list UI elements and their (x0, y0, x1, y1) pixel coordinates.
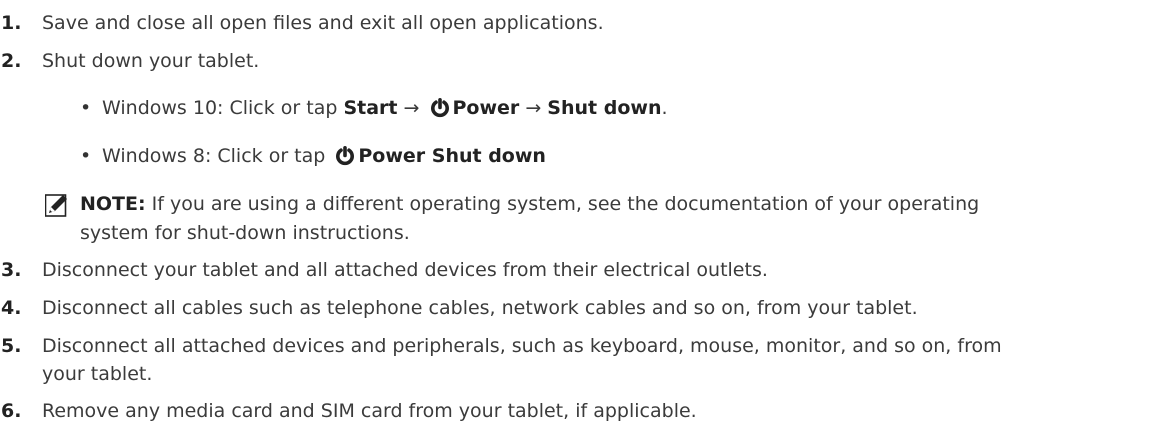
step-text: Disconnect all attached devices and peri… (42, 335, 1002, 357)
step-number: 3. (1, 259, 22, 281)
note-text: NOTE: If you are using a different opera… (80, 193, 980, 215)
note-text: system for shut-down instructions. (80, 222, 410, 244)
step-number: 4. (1, 297, 22, 319)
power-label: Power (452, 97, 520, 119)
step-number: 2. (1, 50, 22, 72)
step-text: your tablet. (42, 363, 153, 385)
step-text: Save and close all open files and exit a… (42, 12, 604, 34)
note-label: NOTE: (80, 193, 146, 215)
step-text: Shut down your tablet. (42, 50, 260, 72)
substep-text: Windows 10: Click or tap Start → Power →… (102, 95, 668, 125)
step-number: 1. (1, 12, 22, 34)
power-icon (430, 97, 450, 125)
step-number: 6. (1, 400, 22, 422)
shut-down-label: Shut down (547, 97, 662, 119)
pencil-note-icon (44, 193, 69, 224)
bullet: • (80, 145, 92, 167)
step-text: Disconnect all cables such as telephone … (42, 297, 918, 319)
step-text: Remove any media card and SIM card from … (42, 400, 697, 422)
power-shut-down-label: Power Shut down (358, 145, 546, 167)
power-icon (335, 145, 355, 173)
bullet: • (80, 97, 92, 119)
step-text: Disconnect your tablet and all attached … (42, 259, 768, 281)
substep-text: Windows 8: Click or tap Power Shut down (102, 143, 546, 173)
start-label: Start (343, 97, 398, 119)
step-number: 5. (1, 335, 22, 357)
